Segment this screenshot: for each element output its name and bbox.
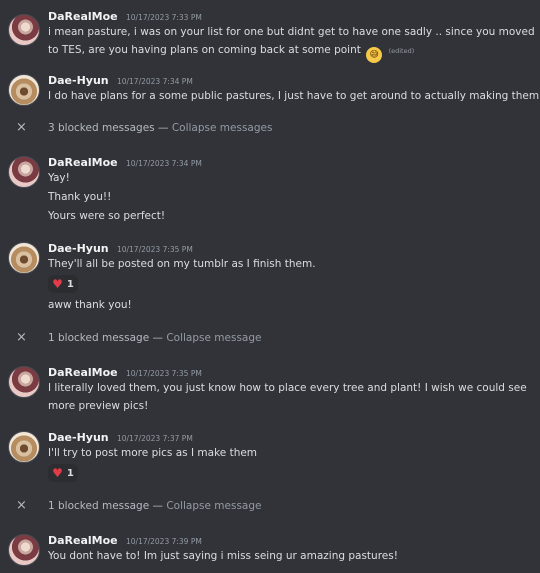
avatar[interactable] bbox=[8, 74, 40, 106]
close-icon[interactable]: × bbox=[16, 121, 27, 135]
message-group: Dae-Hyun 10/17/2023 7:35 PM They'll all … bbox=[0, 240, 540, 318]
reaction-count: 1 bbox=[66, 278, 74, 290]
separator: — bbox=[149, 332, 167, 344]
avatar[interactable] bbox=[8, 14, 40, 46]
blocked-count-label: 1 blocked message bbox=[48, 500, 150, 512]
author-name[interactable]: Dae-Hyun bbox=[48, 74, 109, 87]
message-line: to TES, are you having plans on coming b… bbox=[48, 41, 528, 63]
reaction-count: 1 bbox=[66, 467, 74, 479]
avatar[interactable] bbox=[8, 366, 40, 398]
timestamp: 10/17/2023 7:34 PM bbox=[116, 77, 193, 86]
close-icon[interactable]: × bbox=[16, 499, 27, 513]
message-text: to TES, are you having plans on coming b… bbox=[48, 44, 361, 56]
message-text: You dont have to! Im just saying i miss … bbox=[48, 550, 398, 562]
avatar[interactable] bbox=[8, 431, 40, 463]
message-group: DaRealMoe 10/17/2023 7:33 PM i mean past… bbox=[0, 8, 540, 63]
message-text: They'll all be posted on my tumblr as I … bbox=[48, 258, 316, 270]
message-text: more preview pics! bbox=[48, 400, 149, 412]
heart-reaction[interactable]: ♥ 1 bbox=[48, 464, 78, 482]
author-name[interactable]: Dae-Hyun bbox=[48, 431, 109, 444]
author-name[interactable]: DaRealMoe bbox=[48, 366, 118, 379]
message-group: Dae-Hyun 10/17/2023 7:37 PM I'll try to … bbox=[0, 429, 540, 485]
message-text: I literally loved them, you just know ho… bbox=[48, 382, 527, 394]
close-icon[interactable]: × bbox=[16, 331, 27, 345]
message-group: DaRealMoe 10/17/2023 7:34 PM Yay! Thank … bbox=[0, 154, 540, 226]
author-name[interactable]: DaRealMoe bbox=[48, 534, 118, 547]
timestamp: 10/17/2023 7:37 PM bbox=[116, 434, 193, 443]
collapse-message-link[interactable]: Collapse message bbox=[166, 500, 261, 512]
timestamp: 10/17/2023 7:35 PM bbox=[116, 245, 193, 254]
blocked-count-label: 3 blocked messages bbox=[48, 122, 155, 134]
author-name[interactable]: DaRealMoe bbox=[48, 10, 118, 23]
avatar[interactable] bbox=[8, 156, 40, 188]
message-text: Yours were so perfect! bbox=[48, 210, 166, 222]
avatar[interactable] bbox=[8, 534, 40, 566]
timestamp: 10/17/2023 7:35 PM bbox=[126, 369, 202, 378]
edited-label: (edited) bbox=[388, 47, 415, 55]
separator: — bbox=[149, 500, 167, 512]
blocked-messages-row: × 1 blocked message — Collapse message bbox=[0, 497, 540, 517]
blocked-messages-row: × 1 blocked message — Collapse message bbox=[0, 329, 540, 349]
avatar[interactable] bbox=[8, 242, 40, 274]
timestamp: 10/17/2023 7:39 PM bbox=[126, 537, 202, 546]
heart-reaction[interactable]: ♥ 1 bbox=[48, 275, 78, 293]
collapse-messages-link[interactable]: Collapse messages bbox=[172, 122, 273, 134]
message-group: DaRealMoe 10/17/2023 7:39 PM You dont ha… bbox=[0, 532, 540, 568]
message-text: aww thank you! bbox=[48, 299, 132, 311]
collapse-message-link[interactable]: Collapse message bbox=[166, 332, 261, 344]
message-text: i mean pasture, i was on your list for o… bbox=[48, 26, 535, 38]
message-group: Dae-Hyun 10/17/2023 7:34 PM I do have pl… bbox=[0, 72, 540, 108]
heart-icon: ♥ bbox=[52, 277, 63, 291]
author-name[interactable]: DaRealMoe bbox=[48, 156, 118, 169]
heart-icon: ♥ bbox=[52, 466, 63, 480]
blocked-messages-row: × 3 blocked messages — Collapse messages bbox=[0, 119, 540, 139]
message-text: I'll try to post more pics as I make the… bbox=[48, 447, 258, 459]
message-group: DaRealMoe 10/17/2023 7:35 PM I literally… bbox=[0, 364, 540, 416]
message-text: Thank you!! bbox=[48, 191, 112, 203]
timestamp: 10/17/2023 7:33 PM bbox=[126, 13, 202, 22]
message-text: Yay! bbox=[48, 172, 70, 184]
author-name[interactable]: Dae-Hyun bbox=[48, 242, 109, 255]
separator: — bbox=[154, 122, 172, 134]
blocked-count-label: 1 blocked message bbox=[48, 332, 150, 344]
message-text: I do have plans for a some public pastur… bbox=[48, 90, 540, 102]
grinning-sweat-emoji-icon: 😅 bbox=[366, 47, 383, 63]
timestamp: 10/17/2023 7:34 PM bbox=[126, 159, 202, 168]
